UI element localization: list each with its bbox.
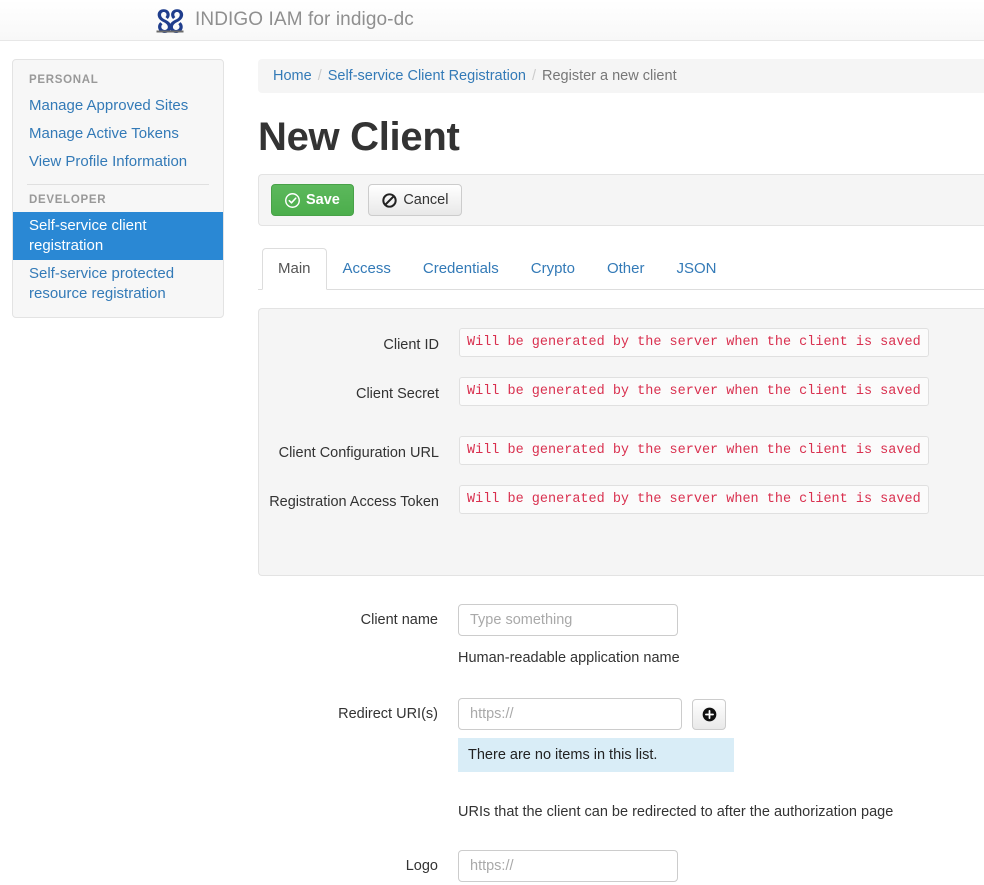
breadcrumb: Home / Self-service Client Registration / Re…: [258, 59, 984, 93]
generated-values-panel: Client ID Will be generated by the serve…: [258, 308, 984, 576]
save-button[interactable]: Save: [271, 184, 354, 216]
tab-other[interactable]: Other: [591, 248, 661, 290]
sidebar-heading-personal: PERSONAL: [29, 74, 99, 86]
breadcrumb-current: Register a new client: [542, 68, 677, 84]
add-redirect-uri-button[interactable]: [692, 698, 726, 730]
main-content: Home / Self-service Client Registration / Re…: [258, 59, 984, 885]
sidebar-group-developer: DEVELOPER Self-service client registrati…: [13, 189, 223, 308]
client-name-help: Human-readable application name: [458, 650, 680, 666]
ban-icon: [382, 192, 397, 208]
tab-main[interactable]: Main: [262, 248, 327, 290]
navbar-brand-text: INDIGO IAM for indigo-dc: [195, 9, 414, 30]
breadcrumb-separator-2: /: [531, 68, 536, 84]
sidebar-item-view-profile-information[interactable]: View Profile Information: [13, 148, 223, 176]
breadcrumb-self-service-client-registration[interactable]: Self-service Client Registration: [328, 68, 526, 84]
client-id-label: Client ID: [383, 337, 439, 353]
redirect-uri-input-group: [458, 698, 984, 730]
redirect-uris-empty-message: There are no items in this list.: [458, 738, 734, 772]
tab-credentials[interactable]: Credentials: [407, 248, 515, 290]
client-name-row: Client name Human-readable application n…: [258, 604, 984, 668]
registration-access-token-row: Registration Access Token Will be genera…: [259, 485, 984, 514]
client-secret-row: Client Secret Will be generated by the s…: [259, 377, 984, 406]
sidebar-divider: [27, 184, 209, 185]
client-id-value: Will be generated by the server when the…: [459, 328, 929, 357]
registration-access-token-value: Will be generated by the server when the…: [459, 485, 929, 514]
page-title: New Client: [258, 115, 460, 159]
sidebar-item-self-service-client-registration[interactable]: Self-service client registration: [13, 212, 223, 260]
client-name-label: Client name: [360, 612, 438, 628]
plus-circle-icon: [702, 707, 716, 721]
redirect-uris-row: Redirect URI(s) There are no items in th…: [258, 698, 984, 822]
client-name-input[interactable]: [458, 604, 678, 636]
sidebar-heading-developer: DEVELOPER: [29, 194, 107, 206]
client-secret-value: Will be generated by the server when the…: [459, 377, 929, 406]
sidebar-item-manage-active-tokens[interactable]: Manage Active Tokens: [13, 120, 223, 148]
cancel-button-label: Cancel: [403, 192, 449, 208]
logo-input[interactable]: [458, 850, 678, 882]
client-form-tabs: Main Access Credentials Crypto Other JSO…: [258, 248, 984, 290]
save-button-label: Save: [306, 192, 340, 208]
sidebar-item-manage-approved-sites[interactable]: Manage Approved Sites: [13, 92, 223, 120]
client-configuration-url-row: Client Configuration URL Will be generat…: [259, 436, 984, 465]
page-body: PERSONAL Manage Approved Sites Manage Ac…: [0, 41, 984, 885]
sidebar: PERSONAL Manage Approved Sites Manage Ac…: [12, 59, 224, 318]
client-secret-label: Client Secret: [355, 386, 439, 402]
redirect-uri-input[interactable]: [458, 698, 682, 730]
tab-crypto[interactable]: Crypto: [515, 248, 591, 290]
breadcrumb-home[interactable]: Home: [273, 68, 312, 84]
tab-access[interactable]: Access: [327, 248, 407, 290]
top-navbar: INDIGO IAM for indigo-dc: [0, 0, 984, 41]
form-toolbar: Save Cancel: [258, 174, 984, 226]
check-circle-icon: [285, 192, 300, 208]
client-configuration-url-value: Will be generated by the server when the…: [459, 436, 929, 465]
logo-label: Logo: [405, 858, 438, 874]
cancel-button[interactable]: Cancel: [368, 184, 463, 216]
redirect-uris-label: Redirect URI(s): [338, 706, 438, 722]
client-main-form: Client name Human-readable application n…: [258, 604, 984, 885]
registration-access-token-label: Registration Access Token: [269, 494, 439, 510]
client-configuration-url-label: Client Configuration URL: [278, 445, 439, 461]
client-id-row: Client ID Will be generated by the serve…: [259, 328, 984, 357]
breadcrumb-separator-1: /: [317, 68, 322, 84]
logo-row: Logo URL that points to a logo image, wi…: [258, 850, 984, 885]
navbar-brand[interactable]: INDIGO IAM for indigo-dc: [0, 6, 414, 34]
redirect-uris-help: URIs that the client can be redirected t…: [458, 804, 894, 820]
indigo-datacloud-infinity-logo-icon: [156, 9, 184, 33]
sidebar-item-self-service-protected-resource-registration[interactable]: Self-service protected resource registra…: [13, 260, 223, 308]
sidebar-group-personal: PERSONAL Manage Approved Sites Manage Ac…: [13, 69, 223, 176]
tab-json[interactable]: JSON: [660, 248, 732, 290]
